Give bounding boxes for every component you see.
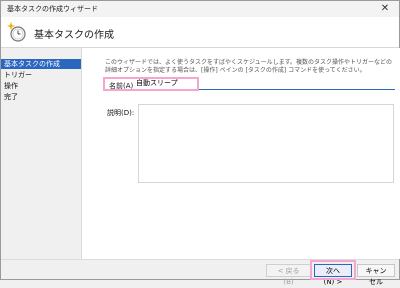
- wizard-content: このウィザードでは、よく使うタスクをすばやくスケジュールします。複数のタスク操作…: [81, 48, 400, 259]
- window-title: 基本タスクの作成ウィザード: [7, 5, 98, 13]
- title-bar: 基本タスクの作成ウィザード ✕: [1, 1, 399, 17]
- clock-sparkle-icon: [7, 22, 26, 42]
- wizard-window: 基本タスクの作成ウィザード ✕ 基本タスクの作成 基本タスクの作成 トリガー 操…: [0, 0, 400, 286]
- back-button[interactable]: < 戻る(B): [266, 264, 311, 286]
- wizard-steps-sidebar: 基本タスクの作成 トリガー 操作 完了: [1, 59, 81, 103]
- description-label: 説明(D):: [107, 109, 135, 117]
- wizard-description: このウィザードでは、よく使うタスクをすばやくスケジュールします。複数のタスク操作…: [105, 59, 392, 74]
- cancel-button[interactable]: キャンセル: [357, 264, 395, 286]
- name-input[interactable]: [134, 77, 395, 90]
- step-finish[interactable]: 完了: [1, 92, 81, 102]
- page-title: 基本タスクの作成: [34, 30, 114, 41]
- footer-divider: [1, 259, 399, 260]
- step-create-basic-task[interactable]: 基本タスクの作成: [1, 59, 81, 69]
- wizard-header: 基本タスクの作成: [1, 17, 399, 48]
- name-label: 名前(A):: [109, 82, 136, 90]
- close-icon[interactable]: ✕: [379, 3, 391, 15]
- description-textarea[interactable]: [138, 104, 394, 183]
- next-button[interactable]: 次へ(N) >: [314, 264, 352, 286]
- step-action[interactable]: 操作: [1, 81, 81, 91]
- step-trigger[interactable]: トリガー: [1, 70, 81, 80]
